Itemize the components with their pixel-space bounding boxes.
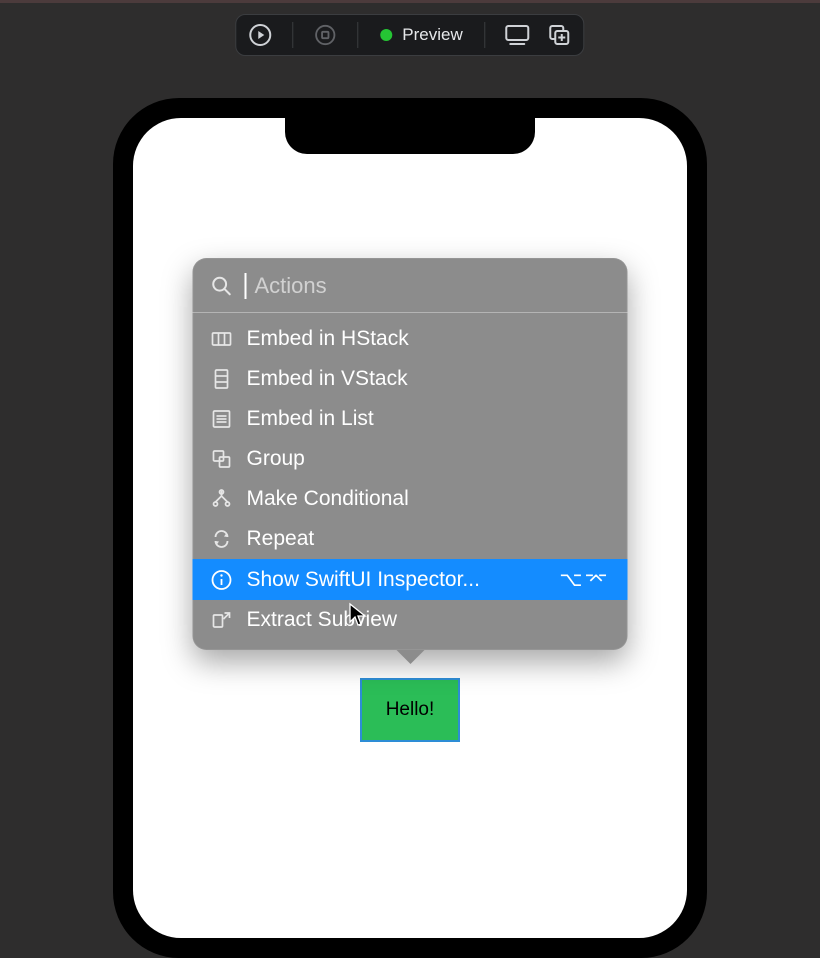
- duplicate-preview-button[interactable]: [546, 21, 574, 49]
- action-show-inspector[interactable]: Show SwiftUI Inspector... ⌥⌤: [193, 559, 628, 600]
- embed-hstack-icon: [211, 328, 233, 350]
- play-circle-icon: [248, 23, 272, 47]
- extract-icon: [211, 609, 233, 631]
- toolbar-divider: [292, 22, 293, 48]
- run-preview-button[interactable]: [246, 21, 274, 49]
- action-label: Embed in List: [247, 407, 374, 431]
- action-label: Show SwiftUI Inspector...: [247, 568, 480, 592]
- action-embed-list[interactable]: Embed in List: [193, 399, 628, 439]
- display-icon: [505, 24, 531, 46]
- action-label: Extract Subview: [247, 608, 398, 632]
- action-extract-subview[interactable]: Extract Subview: [193, 600, 628, 640]
- stop-circle-icon: [314, 24, 336, 46]
- embed-vstack-icon: [211, 368, 233, 390]
- action-label: Embed in HStack: [247, 327, 409, 351]
- device-settings-button[interactable]: [504, 21, 532, 49]
- preview-status[interactable]: Preview: [376, 23, 466, 47]
- preview-canvas[interactable]: Hello!: [133, 118, 687, 938]
- toolbar-divider: [357, 22, 358, 48]
- selected-view[interactable]: Hello!: [360, 678, 460, 742]
- selected-view-text: Hello!: [386, 699, 435, 721]
- add-square-icon: [548, 23, 572, 47]
- action-label: Group: [247, 447, 305, 471]
- action-label: Embed in VStack: [247, 367, 408, 391]
- action-embed-vstack[interactable]: Embed in VStack: [193, 359, 628, 399]
- preview-toolbar: Preview: [235, 14, 584, 56]
- actions-search-input[interactable]: [253, 272, 610, 300]
- action-shortcut: ⌥⌤: [559, 567, 609, 592]
- group-icon: [211, 448, 233, 470]
- info-icon: [211, 569, 233, 591]
- actions-search-row: [193, 258, 628, 313]
- text-caret: [245, 273, 247, 299]
- status-dot-icon: [380, 29, 392, 41]
- actions-popover: Embed in HStack Embed in VStack: [193, 258, 628, 650]
- search-icon: [211, 275, 233, 297]
- action-label: Make Conditional: [247, 487, 409, 511]
- repeat-icon: [211, 528, 233, 550]
- phone-notch: [285, 118, 535, 154]
- action-group[interactable]: Group: [193, 439, 628, 479]
- live-preview-button[interactable]: [311, 21, 339, 49]
- window-top-edge: [0, 0, 820, 3]
- action-make-conditional[interactable]: Make Conditional: [193, 479, 628, 519]
- action-repeat[interactable]: Repeat: [193, 519, 628, 559]
- actions-menu: Embed in HStack Embed in VStack: [193, 313, 628, 650]
- embed-list-icon: [211, 408, 233, 430]
- phone-mockup: Hello!: [113, 98, 707, 958]
- toolbar-divider: [485, 22, 486, 48]
- action-label: Repeat: [247, 527, 315, 551]
- action-embed-hstack[interactable]: Embed in HStack: [193, 319, 628, 359]
- preview-label: Preview: [402, 25, 462, 45]
- conditional-icon: [211, 488, 233, 510]
